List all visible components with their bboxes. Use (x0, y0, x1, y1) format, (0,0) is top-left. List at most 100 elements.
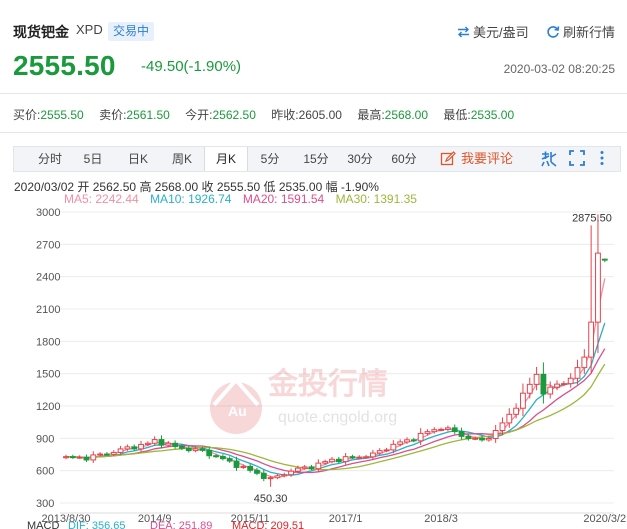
candle-body (260, 472, 267, 479)
annotations: 2875.50 450.30 (254, 212, 612, 504)
swap-icon (458, 26, 469, 37)
tab-daily-k[interactable]: 日K (116, 147, 160, 171)
tab-weekly-k[interactable]: 周K (160, 147, 204, 171)
candle-body (294, 467, 301, 472)
tab-5day[interactable]: 5日 (74, 147, 112, 171)
tab-60min[interactable]: 60分 (382, 147, 426, 171)
candle-body (506, 413, 513, 424)
watermark-url: quote.cngold.org (278, 409, 397, 426)
y-tick-label: 1500 (36, 369, 60, 381)
macd-dea: DEA: 251.89 (150, 520, 212, 529)
candle-body (199, 448, 206, 451)
candle-body (513, 407, 520, 415)
candle-body (451, 427, 458, 433)
refresh-icon (547, 25, 560, 38)
kline-chart[interactable]: Au 金投行情 quote.cngold.org 3000 2700 2400 210… (0, 200, 627, 529)
candle-body (97, 453, 103, 456)
candle-body (390, 443, 397, 451)
candle-body (349, 456, 356, 459)
currency-link[interactable]: 美元/盎司 (457, 22, 529, 41)
candle-body (588, 321, 595, 358)
candle-body (185, 447, 192, 452)
candle-body (581, 356, 588, 369)
candle-body (356, 456, 363, 459)
candle-body (322, 461, 329, 464)
ask-price: 卖价:2561.50 (99, 108, 170, 122)
candle-body (383, 449, 390, 452)
candle-body (342, 456, 349, 463)
candle-body (124, 446, 131, 450)
y-tick-label: 300 (36, 498, 54, 510)
candle-body (601, 258, 608, 261)
candle-body (69, 456, 76, 459)
x-tick-label: 2018/3 (424, 513, 458, 525)
candle-body (397, 441, 404, 445)
candle-body (274, 475, 281, 479)
macd-dif: DIF: 356.65 (68, 520, 125, 529)
candle-body (288, 470, 294, 476)
macd-label: MACD (27, 520, 59, 529)
candle-body (424, 431, 431, 434)
candle-body (492, 429, 499, 439)
candle-body (281, 474, 288, 477)
period-tabbar: 分时 5日 日K 周K 月K 5分 15分 30分 60分 我要评论 (13, 146, 621, 172)
status-badge: 交易中 (108, 22, 155, 41)
candle-body (233, 460, 240, 468)
candle-body (172, 442, 179, 447)
candle-body (63, 456, 69, 459)
candle-body (213, 455, 219, 458)
candle-body (520, 392, 526, 409)
tab-30min[interactable]: 30分 (338, 147, 382, 171)
comment-button[interactable]: 我要评论 (440, 147, 513, 171)
candle-body (206, 449, 213, 457)
candle-body (247, 465, 254, 471)
candle-body (540, 373, 547, 395)
tab-intraday[interactable]: 分时 (28, 147, 72, 171)
candle-body (165, 442, 172, 446)
refresh-label: 刷新行情 (563, 25, 616, 40)
y-tick-label: 2700 (36, 239, 60, 251)
x-axis-labels: 2013/8/30 2014/9 2015/11 2017/1 2018/3 2020/3… (42, 513, 627, 525)
candle-body (219, 455, 226, 460)
quote-header: 现货钯金 XPD 交易中 美元/盎司 刷新行情 2555.50 -49.50(-… (0, 0, 627, 96)
comment-label: 我要评论 (461, 151, 514, 166)
candle-body (254, 469, 260, 474)
more-icon[interactable] (599, 150, 605, 166)
svg-text:Au: Au (228, 403, 247, 419)
tab-monthly-k[interactable]: 月K (204, 147, 248, 171)
y-tick-label: 1800 (36, 336, 60, 348)
candle-body (83, 456, 90, 461)
y-axis-labels: 3000 2700 2400 2100 1800 1500 1200 900 600 300 (36, 207, 60, 510)
candle-body (308, 466, 315, 470)
candle-body (110, 451, 117, 455)
candle-body (431, 429, 438, 433)
candle-body (301, 466, 308, 469)
y-tick-label: 900 (36, 433, 54, 445)
candle-body (574, 367, 581, 379)
price-annotation: 2875.50 (572, 212, 612, 224)
candle-body (438, 428, 445, 431)
watermark: Au 金投行情 quote.cngold.org (210, 367, 397, 434)
candle-body (472, 437, 479, 440)
candle-body (370, 452, 376, 458)
fullscreen-icon[interactable] (569, 150, 585, 166)
candle-body (465, 435, 472, 440)
candle-body (404, 439, 410, 443)
candle-body (595, 252, 601, 323)
y-tick-label: 600 (36, 466, 54, 478)
candle-body (526, 383, 533, 394)
currency-link-label: 美元/盎司 (473, 25, 529, 40)
candle-body (117, 448, 124, 453)
candle-body (158, 439, 165, 446)
brush-icon[interactable] (540, 150, 558, 168)
current-price: 2555.50 (13, 50, 116, 81)
candle-body (240, 465, 247, 468)
tab-5min[interactable]: 5分 (250, 147, 290, 171)
candle-body (335, 458, 342, 463)
tab-15min[interactable]: 15分 (294, 147, 338, 171)
y-tick-label: 2400 (36, 272, 60, 284)
instrument-code: XPD (76, 22, 103, 37)
open-price: 今开:2562.50 (185, 108, 256, 122)
refresh-button[interactable]: 刷新行情 (546, 22, 615, 41)
candle-body (315, 462, 322, 470)
